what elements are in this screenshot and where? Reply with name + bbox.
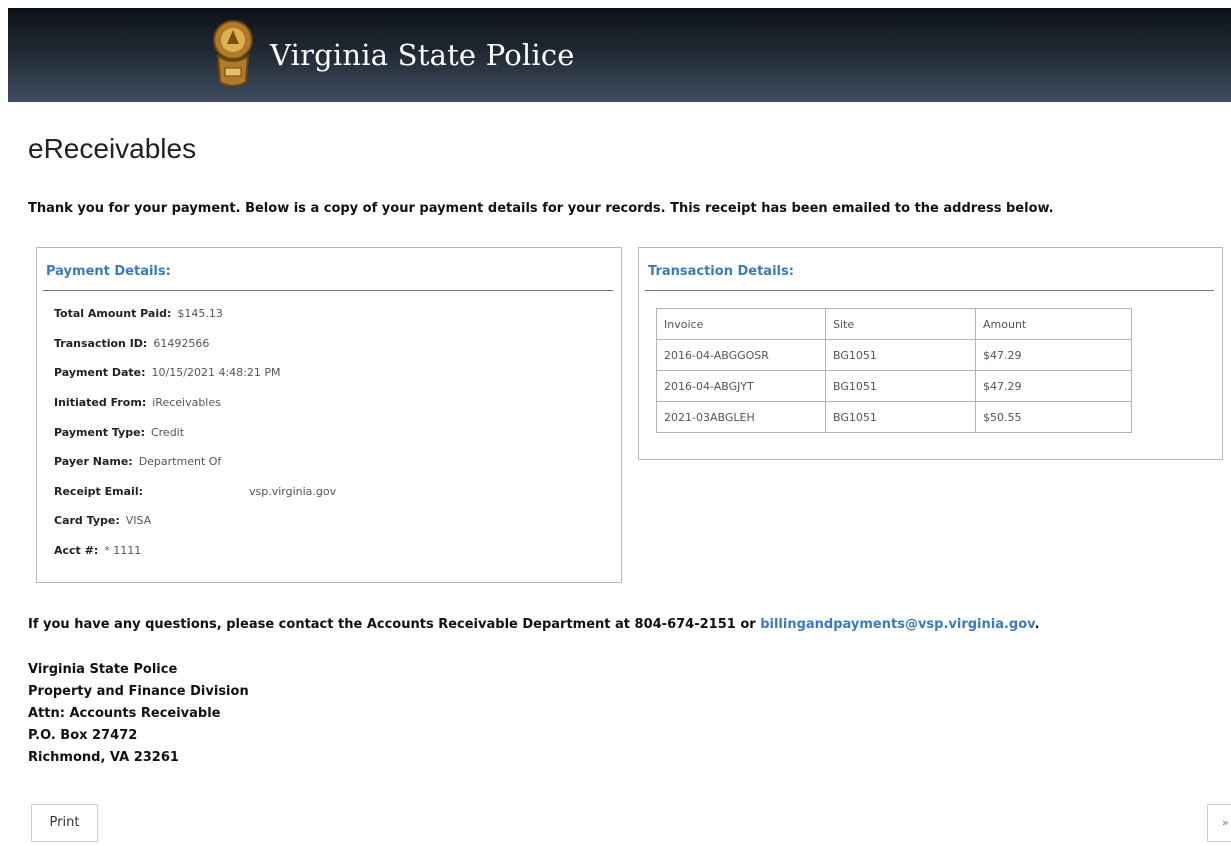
detail-value: vsp.virginia.gov <box>248 485 337 498</box>
cell-site: BG1051 <box>825 370 976 402</box>
detail-row-payer-name: Payer Name: Department Of <box>54 455 221 468</box>
divider <box>43 290 613 291</box>
payment-details-heading: Payment Details: <box>46 264 171 279</box>
column-header-amount: Amount <box>975 308 1132 340</box>
cell-invoice: 2021-03ABGLEH <box>656 401 826 433</box>
detail-row-payment-date: Payment Date: 10/15/2021 4:48:21 PM <box>54 366 280 379</box>
state-police-badge-icon <box>213 20 253 87</box>
cell-amount: $50.55 <box>975 401 1132 433</box>
detail-value: VISA <box>125 514 152 527</box>
contact-email-link[interactable]: billingandpayments@vsp.virginia.gov <box>760 617 1034 632</box>
cell-amount: $47.29 <box>975 370 1132 402</box>
next-button[interactable]: » <box>1207 804 1231 842</box>
detail-value: Department Of <box>138 455 222 468</box>
table-row: 2016-04-ABGJYT BG1051 $47.29 <box>656 370 1132 402</box>
detail-label: Receipt Email: <box>54 485 143 498</box>
detail-value: 10/15/2021 4:48:21 PM <box>151 366 281 379</box>
detail-label: Initiated From: <box>54 396 147 409</box>
detail-label: Total Amount Paid: <box>54 307 172 320</box>
divider <box>645 290 1214 291</box>
transaction-details-heading: Transaction Details: <box>648 264 794 279</box>
detail-row-initiated-from: Initiated From: iReceivables <box>54 396 221 409</box>
detail-row-receipt-email: Receipt Email: vsp.virginia.gov <box>54 485 336 498</box>
contact-text: If you have any questions, please contac… <box>28 617 756 632</box>
detail-label: Acct #: <box>54 544 99 557</box>
detail-label: Payer Name: <box>54 455 133 468</box>
address-line: Virginia State Police <box>28 662 178 677</box>
transaction-table: Invoice Site Amount 2016-04-ABGGOSR BG10… <box>656 308 1132 433</box>
print-button[interactable]: Print <box>31 804 98 842</box>
column-header-site: Site <box>825 308 976 340</box>
address-line: Attn: Accounts Receivable <box>28 706 221 721</box>
thank-you-message: Thank you for your payment. Below is a c… <box>28 201 1054 216</box>
detail-row-payment-type: Payment Type: Credit <box>54 426 184 439</box>
detail-value: iReceivables <box>152 396 221 409</box>
payment-details-panel: Payment Details: Total Amount Paid: $145.… <box>36 247 622 583</box>
table-header-row: Invoice Site Amount <box>656 308 1132 340</box>
table-row: 2021-03ABGLEH BG1051 $50.55 <box>656 401 1132 433</box>
cell-amount: $47.29 <box>975 339 1132 371</box>
detail-label: Card Type: <box>54 514 120 527</box>
brand-title: Virginia State Police <box>270 38 575 72</box>
detail-row-total-amount: Total Amount Paid: $145.13 <box>54 307 223 320</box>
column-header-invoice: Invoice <box>656 308 826 340</box>
detail-row-transaction-id: Transaction ID: 61492566 <box>54 337 209 350</box>
contact-end: . <box>1034 617 1040 632</box>
detail-row-card-type: Card Type: VISA <box>54 514 151 527</box>
mailing-address: Virginia State Police Property and Finan… <box>28 659 249 769</box>
detail-value: * 1111 <box>104 544 142 557</box>
transaction-details-panel: Transaction Details: Invoice Site Amount… <box>638 247 1223 460</box>
header-banner: Virginia State Police <box>8 8 1231 102</box>
detail-label: Payment Date: <box>54 366 146 379</box>
address-line: Richmond, VA 23261 <box>28 750 179 765</box>
detail-value: $145.13 <box>177 307 223 320</box>
cell-site: BG1051 <box>825 339 976 371</box>
contact-message: If you have any questions, please contac… <box>28 617 1040 632</box>
detail-value: 61492566 <box>153 337 210 350</box>
detail-value: Credit <box>150 426 185 439</box>
cell-invoice: 2016-04-ABGGOSR <box>656 339 826 371</box>
detail-row-account-number: Acct #: * 1111 <box>54 544 141 557</box>
cell-invoice: 2016-04-ABGJYT <box>656 370 826 402</box>
detail-label: Payment Type: <box>54 426 145 439</box>
cell-site: BG1051 <box>825 401 976 433</box>
detail-label: Transaction ID: <box>54 337 148 350</box>
page-title: eReceivables <box>28 133 197 164</box>
table-row: 2016-04-ABGGOSR BG1051 $47.29 <box>656 339 1132 371</box>
address-line: Property and Finance Division <box>28 684 249 699</box>
address-line: P.O. Box 27472 <box>28 728 138 743</box>
